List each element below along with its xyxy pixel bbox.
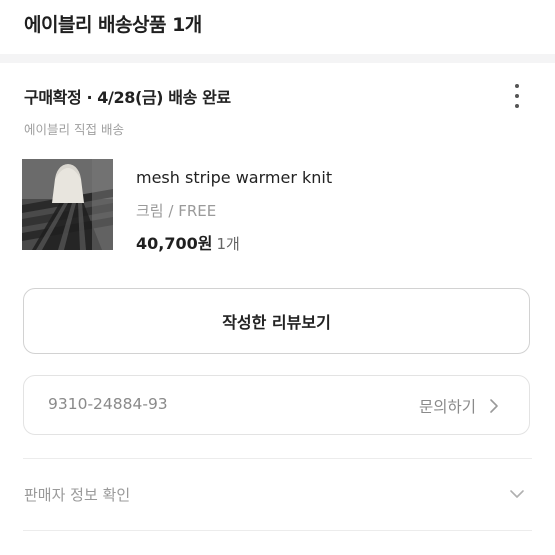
product-thumbnail[interactable] [22, 159, 113, 250]
divider [23, 530, 532, 531]
divider [23, 458, 532, 459]
page-title: 에이블리 배송상품 1개 [24, 14, 202, 36]
tracking-number[interactable]: 9310-24884-93 [48, 395, 168, 413]
chevron-right-icon [487, 398, 501, 414]
inquiry-link[interactable]: 문의하기 [419, 395, 501, 417]
kebab-vertical-icon[interactable] [513, 84, 521, 108]
order-detail-page: 에이블리 배송상품 1개 구매확정 · 4/28(금) 배송 완료 에이블리 직… [0, 0, 555, 555]
product-price-row: 40,700원 1개 [136, 230, 240, 254]
section-divider [0, 54, 555, 63]
tracking-box: 9310-24884-93 문의하기 [23, 375, 530, 435]
seller-info-toggle[interactable]: 판매자 정보 확인 [0, 460, 555, 530]
product-option: 크림 / FREE [136, 202, 217, 220]
view-review-button[interactable]: 작성한 리뷰보기 [23, 288, 530, 354]
order-status: 구매확정 · 4/28(금) 배송 완료 [24, 88, 231, 107]
product-price: 40,700원 [136, 234, 213, 253]
product-name[interactable]: mesh stripe warmer knit [136, 168, 332, 187]
seller-info-label: 판매자 정보 확인 [24, 486, 131, 504]
shipping-type-label: 에이블리 직접 배송 [24, 122, 124, 137]
chevron-down-icon [509, 486, 525, 500]
product-quantity: 1개 [216, 235, 240, 253]
inquiry-label: 문의하기 [419, 398, 477, 416]
